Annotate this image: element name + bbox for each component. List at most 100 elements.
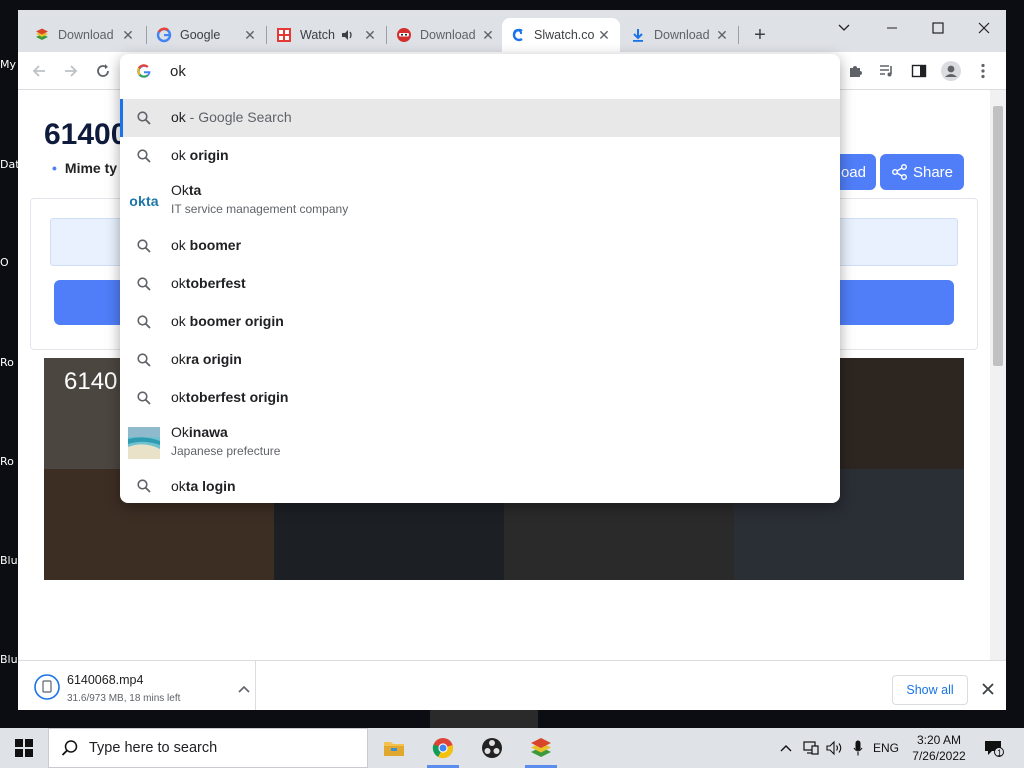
close-icon[interactable]: ✕ bbox=[714, 27, 730, 43]
tab-download-2[interactable]: Download ✕ bbox=[388, 18, 504, 52]
tab-search-button[interactable] bbox=[826, 14, 862, 42]
bluestacks-icon bbox=[531, 738, 551, 757]
tab-title: Download bbox=[58, 28, 114, 42]
ninja-icon bbox=[397, 28, 411, 42]
microphone-tray[interactable] bbox=[848, 728, 868, 768]
okta-logo-text: okta bbox=[129, 193, 159, 209]
suggestion-item[interactable]: ok boomer origin bbox=[120, 303, 840, 341]
close-icon[interactable]: ✕ bbox=[596, 27, 612, 43]
speaker-icon[interactable] bbox=[340, 28, 354, 42]
suggestion-item[interactable]: ok origin bbox=[120, 137, 840, 175]
file-icon bbox=[34, 674, 60, 700]
profile-avatar-icon bbox=[941, 61, 961, 81]
okta-logo: okta bbox=[128, 192, 160, 210]
chevron-up-icon bbox=[780, 745, 792, 752]
download-icon bbox=[633, 29, 643, 42]
desktop-icon-label[interactable]: My bbox=[0, 58, 16, 71]
download-shelf: 6140068.mp4 31.6/973 MB, 18 mins left Sh… bbox=[18, 660, 1006, 710]
video-title: 6140 bbox=[64, 368, 118, 395]
share-button[interactable]: Share bbox=[880, 154, 964, 190]
omnibox-popup: ok - Google Search ok origin okta OktaIT… bbox=[120, 54, 840, 503]
suggestion-rest: toberfest origin bbox=[185, 389, 289, 405]
reload-button[interactable] bbox=[92, 60, 114, 82]
show-hidden-icons[interactable] bbox=[776, 728, 796, 768]
tab-slwatch[interactable]: Slwatch.co ✕ bbox=[502, 18, 620, 52]
taskbar-bluestacks[interactable] bbox=[517, 728, 565, 768]
suggestion-typed: ok bbox=[171, 147, 186, 163]
suggestion-item[interactable]: ok boomer bbox=[120, 227, 840, 265]
suggestion-item[interactable]: oktoberfest bbox=[120, 265, 840, 303]
close-icon[interactable]: ✕ bbox=[480, 27, 496, 43]
download-item[interactable]: 6140068.mp4 31.6/973 MB, 18 mins left bbox=[32, 669, 256, 705]
close-icon[interactable]: ✕ bbox=[362, 27, 378, 43]
omnibox-input[interactable] bbox=[170, 60, 810, 82]
back-button[interactable] bbox=[28, 60, 50, 82]
search-icon bbox=[137, 391, 151, 405]
suggestion-rest: origin bbox=[185, 147, 229, 163]
tab-title: Google bbox=[180, 28, 221, 42]
suggestion-rest: toberfest bbox=[185, 275, 246, 291]
minimize-button[interactable] bbox=[874, 14, 910, 42]
suggestion-subtitle: Japanese prefecture bbox=[171, 444, 281, 458]
windows-logo-icon bbox=[15, 739, 33, 757]
language-indicator[interactable]: ENG bbox=[870, 728, 902, 768]
network-tray[interactable] bbox=[800, 728, 822, 768]
desktop-icon-label[interactable]: O bbox=[0, 256, 9, 269]
folder-icon bbox=[384, 742, 404, 756]
search-icon bbox=[137, 111, 151, 125]
microphone-icon bbox=[853, 740, 863, 756]
desktop-icon-label[interactable]: Ro bbox=[0, 356, 14, 369]
puzzle-icon bbox=[850, 66, 862, 77]
tab-watch[interactable]: Watch ✕ bbox=[268, 18, 386, 52]
playlist-music-icon bbox=[880, 65, 892, 77]
suggestion-item[interactable]: Okinawa Japanese prefecture bbox=[120, 417, 840, 469]
tab-download-3[interactable]: Download ✕ bbox=[622, 18, 738, 52]
side-panel-button[interactable] bbox=[908, 60, 930, 82]
notification-center[interactable]: 1 bbox=[982, 728, 1006, 768]
suggestion-item[interactable]: ok - Google Search bbox=[120, 99, 840, 137]
suggestion-item[interactable]: okta login bbox=[120, 469, 840, 503]
share-icon bbox=[891, 164, 907, 180]
google-icon bbox=[137, 64, 151, 78]
close-icon[interactable]: ✕ bbox=[120, 27, 136, 43]
taskbar-chrome[interactable] bbox=[419, 728, 467, 768]
desktop-icon-label[interactable]: Dat bbox=[0, 158, 20, 171]
close-icon[interactable] bbox=[980, 681, 996, 697]
media-control-button[interactable] bbox=[876, 60, 898, 82]
browser-window: Download ✕ Google ✕ Watch ✕ Download ✕ S… bbox=[18, 10, 1006, 710]
google-icon bbox=[156, 27, 172, 43]
clock-date: 7/26/2022 bbox=[912, 749, 966, 763]
chrome-menu-button[interactable] bbox=[972, 60, 994, 82]
chevron-down-icon bbox=[838, 24, 850, 31]
suggestion-rest: boomer origin bbox=[185, 313, 284, 329]
suggestion-item[interactable]: okra origin bbox=[120, 341, 840, 379]
omnibox[interactable] bbox=[120, 54, 840, 88]
close-icon[interactable]: ✕ bbox=[242, 27, 258, 43]
desktop-icon-label[interactable]: Ro bbox=[0, 455, 14, 468]
tab-google[interactable]: Google ✕ bbox=[148, 18, 266, 52]
taskbar-file-explorer[interactable] bbox=[370, 728, 418, 768]
extensions-button[interactable] bbox=[844, 60, 866, 82]
suggestion-item[interactable]: okta Okta IT service management company bbox=[120, 175, 840, 227]
tab-download-1[interactable]: Download ✕ bbox=[26, 18, 144, 52]
desktop-icon-label[interactable]: Blu bbox=[0, 554, 18, 567]
taskbar-search[interactable]: Type here to search bbox=[48, 728, 368, 768]
suggestion-item[interactable]: oktoberfest origin bbox=[120, 379, 840, 417]
forward-button[interactable] bbox=[60, 60, 82, 82]
desktop-icon-label[interactable]: Blu bbox=[0, 653, 18, 666]
tab-title: Download bbox=[654, 28, 710, 42]
new-tab-button[interactable]: + bbox=[750, 25, 770, 45]
volume-tray[interactable] bbox=[824, 728, 846, 768]
slwatch-icon bbox=[512, 28, 523, 42]
maximize-button[interactable] bbox=[920, 14, 956, 42]
mime-type-label: • Mime ty bbox=[52, 160, 118, 176]
start-button[interactable] bbox=[0, 728, 48, 768]
profile-button[interactable] bbox=[940, 60, 962, 82]
show-all-button[interactable]: Show all bbox=[892, 675, 968, 705]
clock[interactable]: 3:20 AM 7/26/2022 bbox=[904, 732, 974, 764]
scrollbar-thumb[interactable] bbox=[993, 106, 1003, 366]
close-window-button[interactable] bbox=[966, 14, 1002, 42]
chevron-up-icon[interactable] bbox=[237, 683, 251, 697]
taskbar-obs[interactable] bbox=[468, 728, 516, 768]
tab-title: Download bbox=[420, 28, 476, 42]
